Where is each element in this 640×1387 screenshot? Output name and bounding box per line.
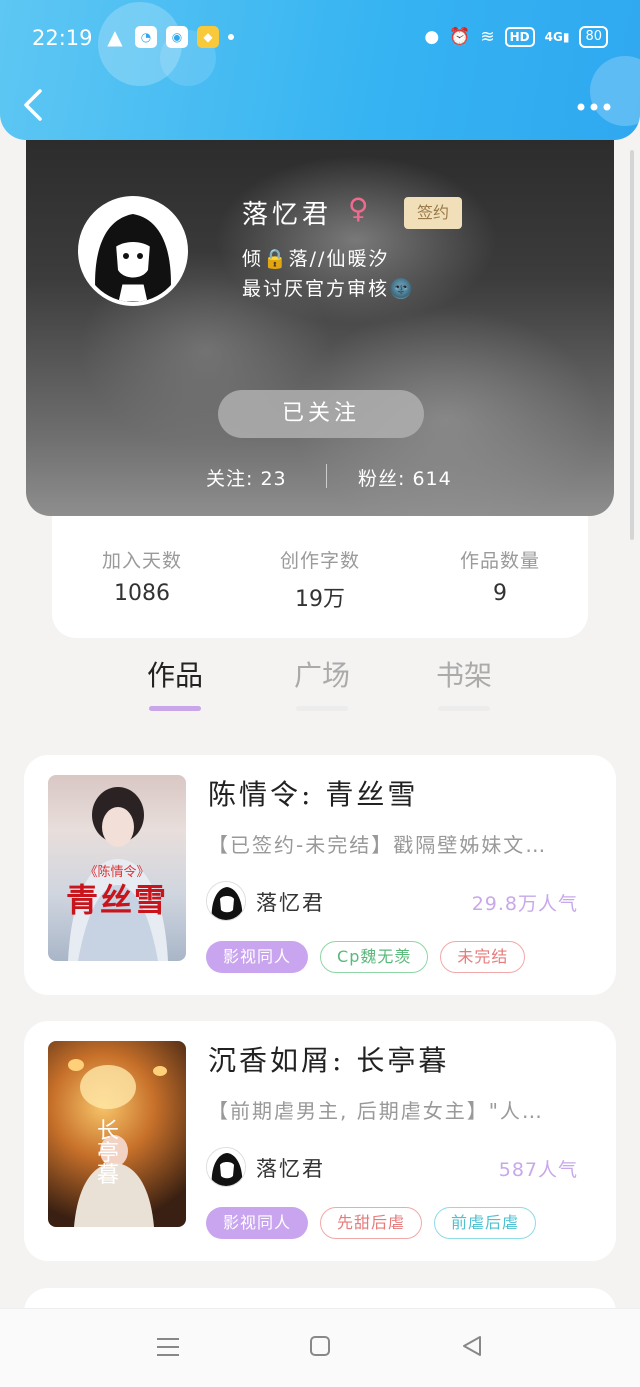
status-time: 22:19	[32, 26, 93, 50]
book-cover[interactable]: 长亭暮	[48, 1041, 186, 1227]
wifi-icon: ≋	[480, 27, 495, 47]
stat-value: 9	[493, 581, 507, 606]
more-button[interactable]	[576, 88, 612, 124]
stat-label: 创作字数	[279, 550, 360, 572]
tag[interactable]: 未完结	[440, 941, 526, 973]
following-count[interactable]: 关注: 23	[206, 464, 287, 491]
tab-square[interactable]: 广场	[282, 654, 362, 694]
more-horizontal-icon	[577, 103, 611, 111]
system-icons: ● ⏰ ≋ HD 4G▮ 80	[424, 26, 608, 48]
gender-female-icon: ♀	[348, 192, 369, 225]
work-description: 【已签约-未完结】戳隔壁姊妹文…	[208, 833, 548, 857]
tab-works[interactable]: 作品	[135, 654, 215, 694]
author-avatar	[206, 1147, 246, 1187]
tab-indicator	[296, 706, 348, 711]
book-cover[interactable]: 《陈情令》 青丝雪	[48, 775, 186, 961]
popularity-count: 587人气	[498, 1159, 578, 1181]
tag-list: 影视同人 Cp魏无羡 未完结	[206, 941, 526, 973]
profile-bio-line2: 最讨厌官方审核🌚	[242, 278, 415, 300]
signal-icon: 4G▮	[544, 30, 570, 44]
status-bar: 22:19 ▲ ◔ ◉ ◆ ● ⏰ ≋ HD 4G▮ 80	[0, 18, 640, 62]
diamond-app-icon: ◆	[197, 26, 219, 48]
back-button[interactable]	[22, 88, 52, 124]
more-notifications-icon	[228, 34, 234, 40]
stat-works-count: 作品数量 9	[420, 546, 580, 606]
system-navigation-bar	[0, 1308, 640, 1387]
profile-bio-line1: 倾🔒落//仙暖汐	[242, 248, 390, 270]
cover-title: 长亭暮	[96, 1119, 119, 1188]
cover-title: 青丝雪	[65, 881, 168, 919]
anime-avatar-icon	[207, 882, 245, 920]
battery-icon: 80	[579, 26, 608, 48]
anime-avatar-icon	[207, 1148, 245, 1186]
work-card[interactable]: 长亭暮 沉香如屑: 长亭暮 【前期虐男主, 后期虐女主】"人… 落忆君 587人…	[24, 1021, 616, 1261]
app-notification-icon: ◔	[135, 26, 157, 48]
stat-label: 加入天数	[101, 550, 182, 572]
alarm-icon: ⏰	[449, 27, 471, 47]
stat-word-count: 创作字数 19万	[240, 546, 400, 613]
tag[interactable]: Cp魏无羡	[320, 941, 429, 973]
work-title[interactable]: 沉香如屑: 长亭暮	[208, 1039, 449, 1079]
stat-value: 1086	[114, 581, 170, 606]
signed-badge: 签约	[404, 197, 462, 229]
hd-icon: HD	[504, 27, 535, 47]
author-name: 落忆君	[256, 891, 325, 915]
stat-join-days: 加入天数 1086	[62, 546, 222, 606]
location-drop-icon: ●	[424, 27, 440, 47]
profile-username: 落忆君	[242, 200, 333, 230]
back-triangle-icon[interactable]	[452, 1329, 492, 1369]
follow-counts: 关注: 23 粉丝: 614	[26, 460, 614, 494]
scrollbar[interactable]	[630, 150, 634, 540]
fans-count[interactable]: 粉丝: 614	[358, 464, 452, 491]
network-type: 4G	[544, 30, 563, 44]
stat-value: 19万	[295, 587, 345, 612]
follow-button[interactable]: 已关注	[218, 390, 424, 438]
user-avatar[interactable]	[78, 196, 188, 306]
popularity-count: 29.8万人气	[471, 893, 578, 915]
profile-card: 落忆君 ♀ 签约 倾🔒落//仙暖汐 最讨厌官方审核🌚 已关注 关注: 23 粉丝…	[26, 120, 614, 516]
tab-indicator-active	[149, 706, 201, 711]
tag-list: 影视同人 先甜后虐 前虐后虐	[206, 1207, 537, 1239]
chevron-left-icon	[24, 89, 42, 121]
author-avatar	[206, 881, 246, 921]
tag[interactable]: 前虐后虐	[434, 1207, 537, 1239]
work-description: 【前期虐男主, 后期虐女主】"人…	[208, 1099, 544, 1123]
stat-label: 作品数量	[459, 550, 540, 572]
work-title[interactable]: 陈情令: 青丝雪	[208, 773, 418, 813]
tag[interactable]: 影视同人	[206, 941, 309, 973]
tag[interactable]: 影视同人	[206, 1207, 309, 1239]
camera-app-icon: ◉	[166, 26, 188, 48]
author-name: 落忆君	[256, 1157, 325, 1181]
tab-bookshelf[interactable]: 书架	[424, 654, 504, 694]
top-header: 22:19 ▲ ◔ ◉ ◆ ● ⏰ ≋ HD 4G▮ 80	[0, 0, 640, 140]
menu-icon[interactable]	[148, 1329, 188, 1369]
work-card[interactable]: 《陈情令》 青丝雪 陈情令: 青丝雪 【已签约-未完结】戳隔壁姊妹文… 落忆君 …	[24, 755, 616, 995]
anime-avatar-image	[82, 200, 184, 302]
home-square-icon[interactable]	[300, 1329, 340, 1369]
counts-divider	[326, 464, 327, 488]
stats-card: 加入天数 1086 创作字数 19万 作品数量 9	[52, 516, 588, 638]
tag[interactable]: 先甜后虐	[320, 1207, 423, 1239]
tab-indicator	[438, 706, 490, 711]
notification-icons: ▲ ◔ ◉ ◆	[104, 25, 234, 49]
qq-icon: ▲	[107, 25, 123, 49]
